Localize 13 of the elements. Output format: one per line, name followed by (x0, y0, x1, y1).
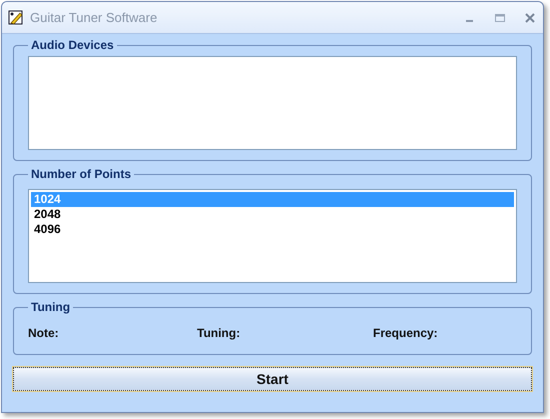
list-item[interactable]: 4096 (31, 222, 514, 237)
group-title: Tuning (30, 300, 72, 314)
field-label: Note: (28, 326, 59, 340)
window-title: Guitar Tuner Software (30, 10, 158, 25)
group-title: Number of Points (30, 167, 132, 181)
app-icon (8, 10, 24, 26)
group-title: Audio Devices (30, 38, 115, 52)
close-icon[interactable] (523, 10, 537, 24)
field-label: Tuning: (197, 326, 240, 340)
list-item[interactable]: 2048 (31, 207, 514, 222)
device-list[interactable] (28, 56, 517, 150)
start-button[interactable]: Start (13, 367, 532, 391)
field-label: Frequency: (373, 326, 438, 340)
